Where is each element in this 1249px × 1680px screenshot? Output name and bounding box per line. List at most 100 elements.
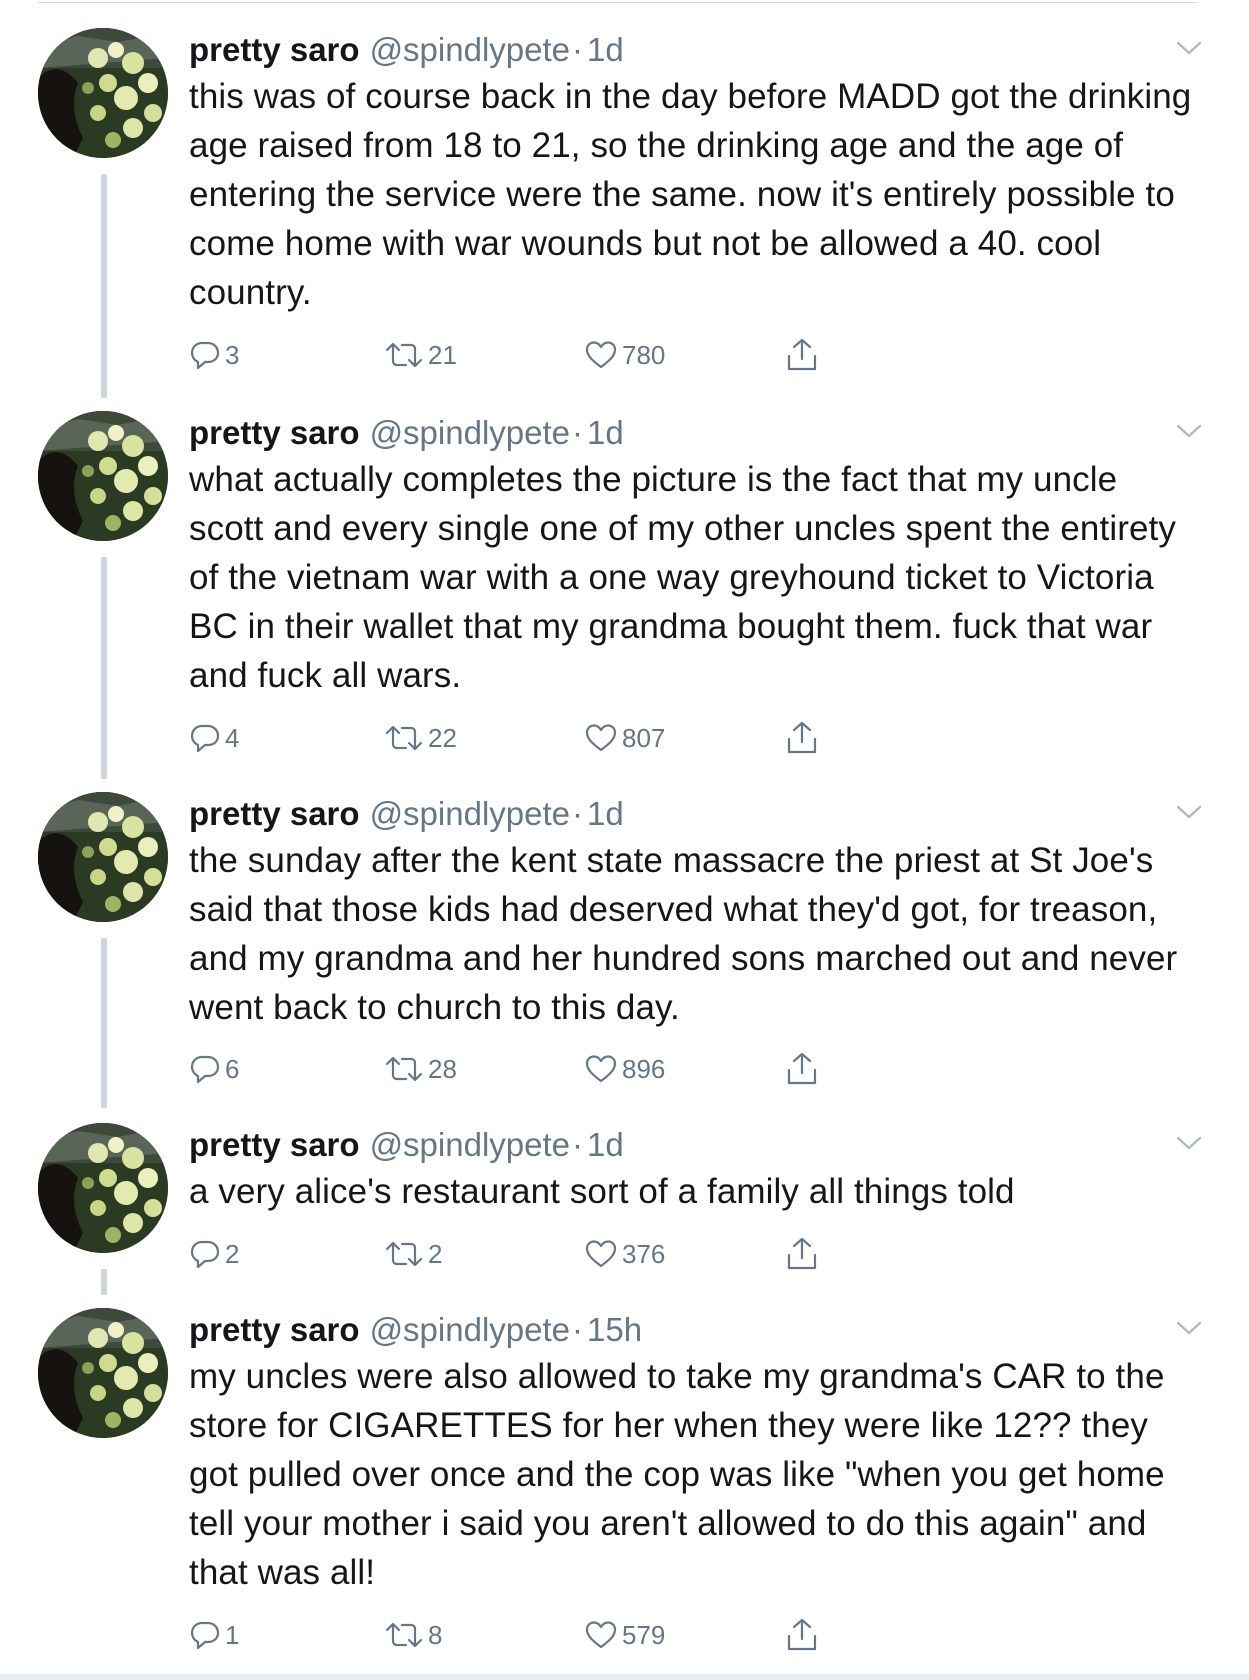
chevron-down-icon[interactable] — [1175, 421, 1203, 441]
retweet-button[interactable]: 28 — [384, 1049, 457, 1089]
chevron-down-icon[interactable] — [1175, 802, 1203, 822]
retweet-icon — [384, 1053, 428, 1085]
share-icon — [785, 720, 823, 756]
share-button[interactable] — [785, 718, 823, 758]
like-button[interactable]: 579 — [584, 1615, 665, 1655]
display-name[interactable]: pretty saro — [189, 414, 360, 451]
tweet-actions: 6 28 896 — [189, 1049, 829, 1089]
tweet-header: pretty saro @spindlypete· 15h — [189, 1308, 642, 1352]
separator: · — [572, 795, 584, 832]
reply-button[interactable]: 1 — [189, 1615, 239, 1655]
reply-count: 4 — [225, 722, 240, 753]
tweet-header: pretty saro @spindlypete· 1d — [189, 411, 624, 455]
like-count: 780 — [622, 339, 666, 370]
retweet-icon — [384, 1619, 428, 1651]
reply-count: 1 — [225, 1619, 240, 1650]
reply-count: 6 — [225, 1053, 240, 1084]
separator: · — [572, 1126, 584, 1163]
separator: · — [572, 31, 584, 68]
display-name[interactable]: pretty saro — [189, 1126, 360, 1163]
avatar[interactable] — [38, 411, 168, 541]
share-icon — [785, 1236, 823, 1272]
share-button[interactable] — [785, 1049, 823, 1089]
tweet-header: pretty saro @spindlypete· 1d — [189, 1123, 624, 1167]
retweet-count: 21 — [428, 339, 457, 370]
retweet-icon — [384, 339, 428, 371]
reply-count: 2 — [225, 1238, 240, 1269]
handle[interactable]: @spindlypete — [370, 795, 570, 832]
avatar[interactable] — [38, 28, 168, 158]
chevron-down-icon[interactable] — [1175, 38, 1203, 58]
reply-count: 3 — [225, 339, 240, 370]
like-count: 896 — [622, 1053, 666, 1084]
tweet-actions: 3 21 780 — [189, 335, 829, 375]
retweet-button[interactable]: 8 — [384, 1615, 442, 1655]
like-count: 376 — [622, 1238, 666, 1269]
tweet-actions: 1 8 579 — [189, 1615, 829, 1655]
retweet-count: 2 — [428, 1238, 443, 1269]
share-icon — [785, 337, 823, 373]
handle[interactable]: @spindlypete — [370, 414, 570, 451]
avatar[interactable] — [38, 1308, 168, 1438]
tweet-actions: 4 22 807 — [189, 718, 829, 758]
retweet-count: 22 — [428, 722, 457, 753]
timestamp[interactable]: 1d — [587, 414, 624, 451]
reply-button[interactable]: 4 — [189, 718, 239, 758]
reply-icon — [189, 339, 225, 371]
separator: · — [572, 1311, 584, 1348]
share-button[interactable] — [785, 1234, 823, 1274]
like-button[interactable]: 780 — [584, 335, 665, 375]
reply-button[interactable]: 3 — [189, 335, 239, 375]
timestamp[interactable]: 1d — [587, 795, 624, 832]
retweet-button[interactable]: 21 — [384, 335, 457, 375]
tweet-text: my uncles were also allowed to take my g… — [189, 1357, 1165, 1592]
reply-icon — [189, 1238, 225, 1270]
thread-line — [101, 174, 107, 398]
reply-icon — [189, 1053, 225, 1085]
tweet-header: pretty saro @spindlypete· 1d — [189, 792, 624, 836]
like-count: 579 — [622, 1619, 666, 1650]
chevron-down-icon[interactable] — [1175, 1133, 1203, 1153]
heart-icon — [584, 1619, 622, 1651]
retweet-button[interactable]: 2 — [384, 1234, 442, 1274]
handle[interactable]: @spindlypete — [370, 1126, 570, 1163]
share-icon — [785, 1051, 823, 1087]
reply-button[interactable]: 2 — [189, 1234, 239, 1274]
reply-button[interactable]: 6 — [189, 1049, 239, 1089]
retweet-icon — [384, 722, 428, 754]
display-name[interactable]: pretty saro — [189, 1311, 360, 1348]
tweet-text: this was of course back in the day befor… — [189, 77, 1192, 312]
retweet-count: 28 — [428, 1053, 457, 1084]
retweet-button[interactable]: 22 — [384, 718, 457, 758]
like-button[interactable]: 896 — [584, 1049, 665, 1089]
share-button[interactable] — [785, 1615, 823, 1655]
like-button[interactable]: 376 — [584, 1234, 665, 1274]
thread-line — [101, 1269, 107, 1295]
retweet-count: 8 — [428, 1619, 443, 1650]
like-button[interactable]: 807 — [584, 718, 665, 758]
bottom-divider — [0, 1674, 1249, 1680]
thread-line — [101, 938, 107, 1108]
separator: · — [572, 414, 584, 451]
tweet-header: pretty saro @spindlypete· 1d — [189, 28, 624, 72]
tweet-text: what actually completes the picture is t… — [189, 460, 1176, 695]
display-name[interactable]: pretty saro — [189, 31, 360, 68]
share-button[interactable] — [785, 335, 823, 375]
top-divider — [38, 2, 1198, 3]
handle[interactable]: @spindlypete — [370, 1311, 570, 1348]
chevron-down-icon[interactable] — [1175, 1318, 1203, 1338]
heart-icon — [584, 339, 622, 371]
retweet-icon — [384, 1238, 428, 1270]
heart-icon — [584, 1238, 622, 1270]
thread-line — [101, 557, 107, 779]
display-name[interactable]: pretty saro — [189, 795, 360, 832]
avatar[interactable] — [38, 1123, 168, 1253]
tweet-actions: 2 2 376 — [189, 1234, 829, 1274]
tweet-text: the sunday after the kent state massacre… — [189, 841, 1178, 1027]
handle[interactable]: @spindlypete — [370, 31, 570, 68]
timestamp[interactable]: 1d — [587, 1126, 624, 1163]
tweet-text: a very alice's restaurant sort of a fami… — [189, 1172, 1015, 1211]
timestamp[interactable]: 15h — [587, 1311, 642, 1348]
timestamp[interactable]: 1d — [587, 31, 624, 68]
avatar[interactable] — [38, 792, 168, 922]
